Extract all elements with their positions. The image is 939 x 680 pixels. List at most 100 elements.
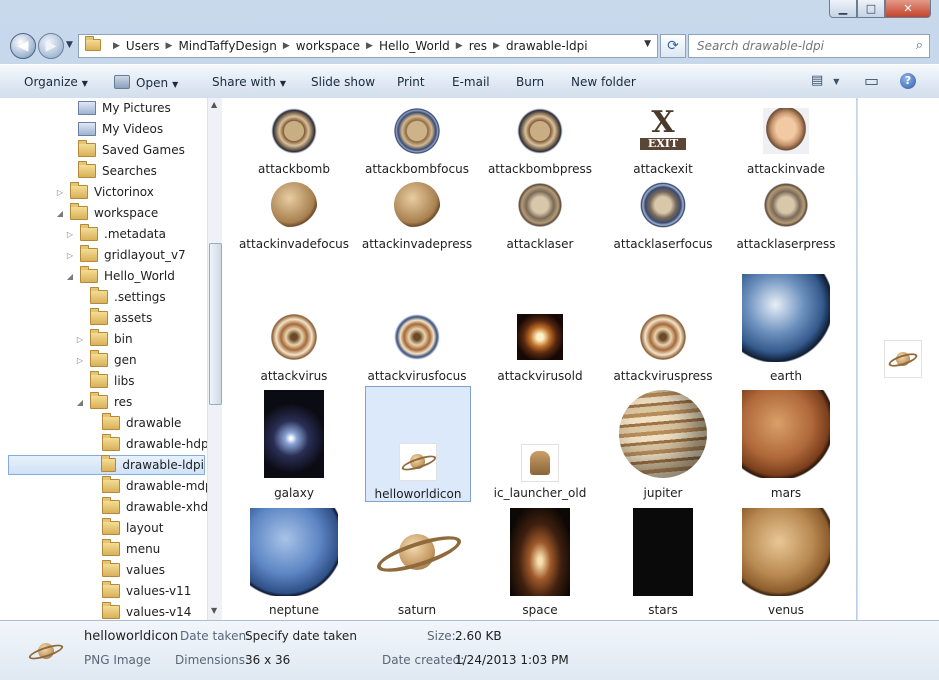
minimize-button[interactable]: ▁: [829, 0, 857, 18]
expand-arrow-icon[interactable]: ▷: [54, 188, 66, 197]
address-history-dropdown[interactable]: ▼: [644, 39, 651, 49]
expand-arrow-icon[interactable]: ▷: [74, 335, 86, 344]
preview-pane-button[interactable]: ▭: [864, 71, 879, 90]
burn-button[interactable]: Burn: [516, 75, 544, 89]
tree-item-workspace[interactable]: ◢ workspace: [54, 203, 158, 223]
expand-arrow-icon[interactable]: ▷: [64, 251, 76, 260]
help-button[interactable]: ?: [900, 73, 916, 89]
scroll-up-icon[interactable]: ▲: [211, 100, 217, 109]
navigation-pane[interactable]: My Pictures My Videos Saved Games Searches ▷…: [0, 98, 209, 620]
tree-item-libs[interactable]: libs: [74, 371, 135, 391]
tree-item-values[interactable]: values: [86, 560, 165, 580]
file-item-helloworldicon[interactable]: helloworldicon: [365, 386, 471, 502]
file-list[interactable]: attackbomb attackbombfocus attackbombpress…: [222, 98, 856, 620]
breadcrumb-separator[interactable]: ▶: [113, 41, 120, 51]
file-item-ic-launcher-old[interactable]: ic_launcher_old: [488, 444, 592, 502]
breadcrumb-res[interactable]: res: [469, 39, 487, 53]
expand-arrow-icon[interactable]: ▷: [64, 230, 76, 239]
address-bar[interactable]: ▶ Users ▶ MindTaffyDesign ▶ workspace ▶ …: [78, 34, 658, 58]
breadcrumb-mindtaffydesign[interactable]: MindTaffyDesign: [178, 39, 276, 53]
close-button[interactable]: ✕: [885, 0, 931, 18]
file-item-neptune[interactable]: neptune: [242, 508, 346, 619]
file-item-earth[interactable]: earth: [734, 274, 838, 385]
breadcrumb-separator[interactable]: ▶: [283, 41, 290, 51]
breadcrumb-separator[interactable]: ▶: [166, 41, 173, 51]
back-button[interactable]: ◀: [10, 33, 36, 59]
breadcrumb-separator[interactable]: ▶: [366, 41, 373, 51]
tree-item-res[interactable]: ◢ res: [74, 392, 132, 412]
file-item-stars[interactable]: stars: [611, 508, 715, 619]
breadcrumb-users[interactable]: Users: [126, 39, 160, 53]
new-folder-button[interactable]: New folder: [571, 75, 636, 89]
search-box[interactable]: ⌕: [688, 34, 930, 58]
tree-item-layout[interactable]: layout: [86, 518, 163, 538]
tree-item-settings[interactable]: .settings: [74, 287, 166, 307]
search-input[interactable]: [695, 38, 909, 54]
tree-item-metadata[interactable]: ▷ .metadata: [64, 224, 166, 244]
recent-pages-dropdown[interactable]: ▼: [66, 40, 73, 50]
expand-arrow-icon[interactable]: ▷: [74, 356, 86, 365]
slide-show-button[interactable]: Slide show: [311, 75, 375, 89]
collapse-arrow-icon[interactable]: ◢: [74, 398, 86, 407]
tree-item-gridlayout-v7[interactable]: ▷ gridlayout_v7: [64, 245, 186, 265]
file-item-attackvirusfocus[interactable]: attackvirusfocus: [365, 314, 469, 385]
file-item-attackbombfocus[interactable]: attackbombfocus: [365, 108, 469, 178]
refresh-button[interactable]: ⟳: [660, 34, 686, 58]
file-item-galaxy[interactable]: galaxy: [242, 390, 346, 502]
file-item-attacklaserpress[interactable]: attacklaserpress: [734, 182, 838, 253]
tree-item-drawable-hdpi[interactable]: drawable-hdpi: [86, 434, 208, 454]
forward-button[interactable]: ▶: [38, 33, 64, 59]
tree-item-drawable[interactable]: drawable: [86, 413, 181, 433]
tree-item-menu[interactable]: menu: [86, 539, 160, 559]
file-item-space[interactable]: space: [488, 508, 592, 619]
file-item-attackinvade[interactable]: attackinvade: [734, 108, 838, 178]
date-taken-value[interactable]: Specify date taken: [245, 629, 357, 643]
file-item-attackinvadefocus[interactable]: attackinvadefocus: [239, 182, 349, 253]
file-item-jupiter[interactable]: jupiter: [611, 390, 715, 502]
file-item-attackvirusold[interactable]: attackvirusold: [488, 314, 592, 385]
search-icon[interactable]: ⌕: [916, 38, 923, 53]
breadcrumb-separator[interactable]: ▶: [493, 41, 500, 51]
file-item-attackvirus[interactable]: attackvirus: [242, 314, 346, 385]
share-with-button[interactable]: Share with ▼: [212, 75, 286, 89]
maximize-button[interactable]: □: [857, 0, 885, 18]
navigation-scrollbar[interactable]: ▲ ▼: [207, 98, 222, 620]
file-item-venus[interactable]: venus: [734, 508, 838, 619]
scrollbar-thumb[interactable]: [209, 243, 222, 405]
breadcrumb-hello-world[interactable]: Hello_World: [379, 39, 450, 53]
collapse-arrow-icon[interactable]: ◢: [54, 209, 66, 218]
tree-item-my-pictures[interactable]: My Pictures: [62, 98, 171, 118]
file-item-attacklaser[interactable]: attacklaser: [488, 182, 592, 253]
tree-item-gen[interactable]: ▷ gen: [74, 350, 137, 370]
tree-item-drawable-mdpi[interactable]: drawable-mdpi: [86, 476, 208, 496]
email-button[interactable]: E-mail: [452, 75, 490, 89]
print-button[interactable]: Print: [397, 75, 425, 89]
file-item-mars[interactable]: mars: [734, 390, 838, 502]
file-item-attackinvadepress[interactable]: attackinvadepress: [362, 182, 472, 253]
file-item-attackbomb[interactable]: attackbomb: [242, 108, 346, 178]
file-item-attackexit[interactable]: X EXIT attackexit: [611, 108, 715, 178]
breadcrumb-separator[interactable]: ▶: [456, 41, 463, 51]
tree-item-hello-world[interactable]: ◢ Hello_World: [64, 266, 175, 286]
breadcrumb-drawable-ldpi[interactable]: drawable-ldpi: [506, 39, 588, 53]
tree-item-victorinox[interactable]: ▷ Victorinox: [54, 182, 154, 202]
tree-item-assets[interactable]: assets: [74, 308, 152, 328]
file-item-saturn[interactable]: saturn: [365, 508, 469, 619]
tree-item-saved-games[interactable]: Saved Games: [62, 140, 185, 160]
change-view-button[interactable]: ▤ ▼: [811, 73, 839, 88]
tree-item-my-videos[interactable]: My Videos: [62, 119, 163, 139]
breadcrumb-workspace[interactable]: workspace: [296, 39, 360, 53]
tree-item-values-v11[interactable]: values-v11: [86, 581, 191, 601]
tree-item-searches[interactable]: Searches: [62, 161, 157, 181]
collapse-arrow-icon[interactable]: ◢: [64, 272, 76, 281]
tree-item-bin[interactable]: ▷ bin: [74, 329, 133, 349]
organize-button[interactable]: Organize ▼: [24, 75, 88, 89]
file-item-attacklaserfocus[interactable]: attacklaserfocus: [611, 182, 715, 253]
tree-item-drawable-ldpi[interactable]: drawable-ldpi: [8, 455, 205, 475]
tree-item-drawable-xhdpi[interactable]: drawable-xhdpi: [86, 497, 208, 517]
file-item-attackbombpress[interactable]: attackbombpress: [488, 108, 592, 178]
tree-item-values-v14[interactable]: values-v14: [86, 602, 191, 620]
scroll-down-icon[interactable]: ▼: [211, 606, 217, 615]
file-item-attackviruspress[interactable]: attackviruspress: [611, 314, 715, 385]
open-button[interactable]: Open ▼: [114, 75, 178, 90]
